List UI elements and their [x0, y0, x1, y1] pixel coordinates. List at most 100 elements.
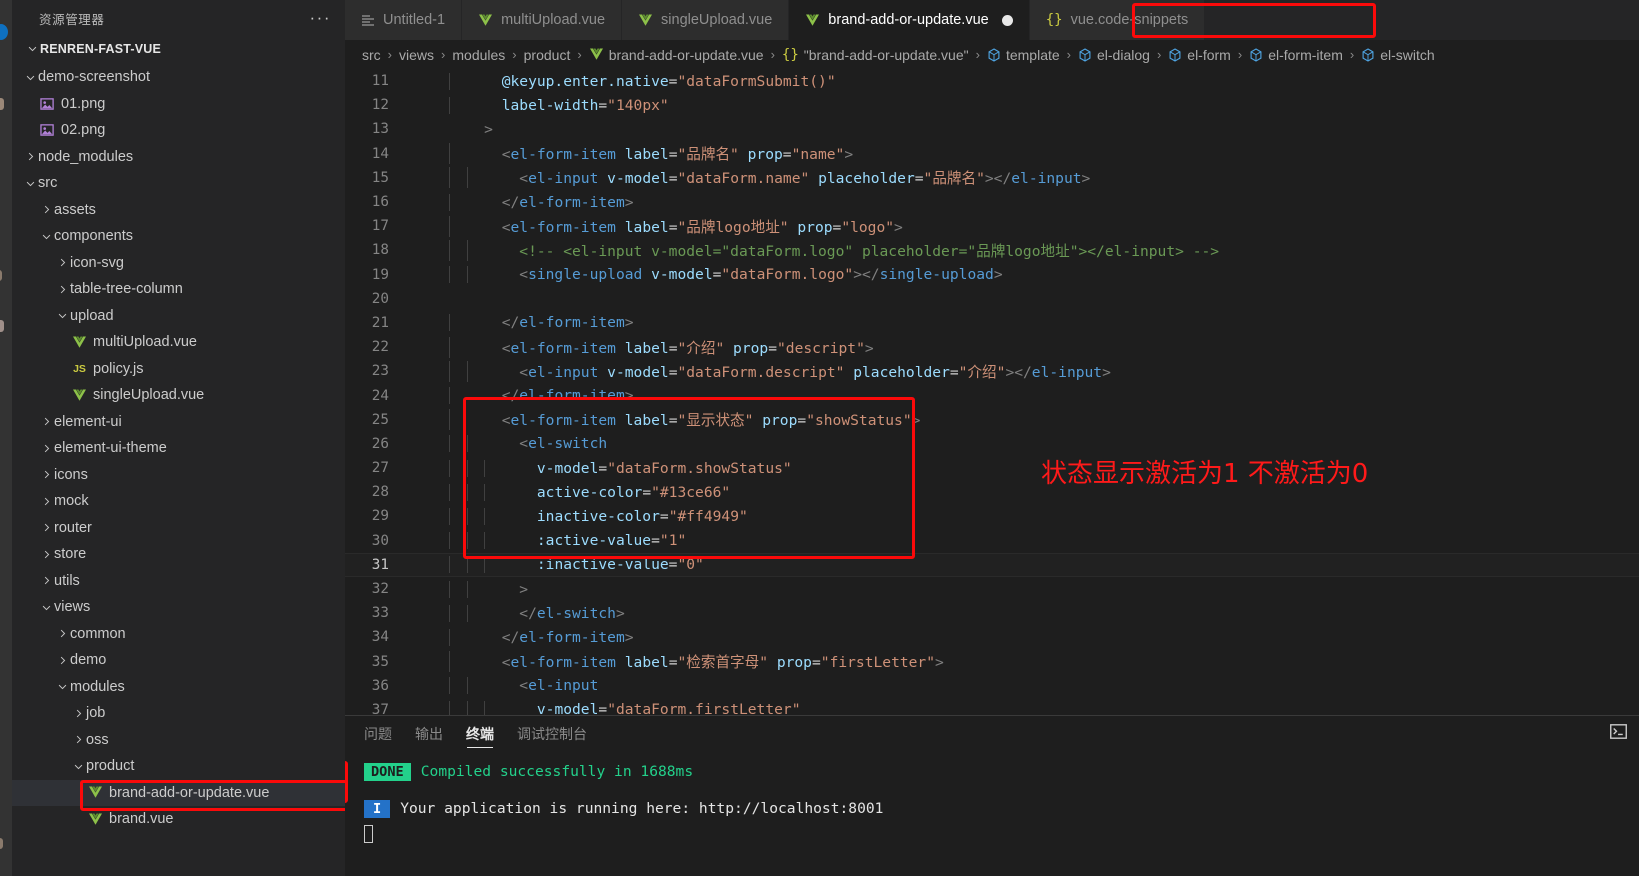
- file-tree[interactable]: demo-screenshot 01.png 02.png node_modules s…: [12, 61, 345, 876]
- tree-item-demo-screenshot[interactable]: demo-screenshot: [12, 64, 345, 91]
- code-line[interactable]: 28 active-color="#13ce66": [345, 480, 1639, 504]
- editor-tab-bar[interactable]: Untitled-1 multiUpload.vue singleUpload.vu…: [345, 0, 1639, 40]
- line-number: 26: [371, 435, 389, 452]
- terminal-line-done: DONE Compiled successfully in 1688ms: [364, 759, 1639, 784]
- code-line[interactable]: 35 <el-form-item label="检索首字母" prop="fir…: [345, 650, 1639, 674]
- tree-item-element-ui[interactable]: element-ui: [12, 409, 345, 436]
- code-line[interactable]: 29 inactive-color="#ff4949": [345, 504, 1639, 528]
- activity-bar-badge-explorer[interactable]: [0, 24, 8, 40]
- workspace-root-row[interactable]: RENREN-FAST-VUE: [12, 36, 345, 61]
- panel-tab-终端[interactable]: 终端: [466, 716, 494, 751]
- code-line[interactable]: 33 </el-switch>: [345, 601, 1639, 625]
- breadcrumb-item--brand-add-or-update-vue-[interactable]: {} "brand-add-or-update.vue": [782, 47, 969, 63]
- activity-bar-icon-debug[interactable]: [0, 320, 4, 332]
- panel-tab-问题[interactable]: 问题: [364, 716, 392, 751]
- breadcrumb-item-el-form-item[interactable]: el-form-item: [1249, 47, 1343, 63]
- activity-bar-icon-search[interactable]: [0, 98, 4, 110]
- code-line[interactable]: 11 @keyup.enter.native="dataFormSubmit()…: [345, 69, 1639, 93]
- breadcrumb-item-el-switch[interactable]: el-switch: [1361, 47, 1435, 63]
- breadcrumb-item-el-dialog[interactable]: el-dialog: [1078, 47, 1150, 63]
- breadcrumb-item-template[interactable]: template: [987, 47, 1060, 63]
- panel-tab-label: 调试控制台: [517, 725, 587, 742]
- tree-item-src[interactable]: src: [12, 170, 345, 197]
- editor-tab-vue-code-snippets[interactable]: {} vue.code-snippets: [1029, 0, 1206, 40]
- tree-item-icons[interactable]: icons: [12, 462, 345, 489]
- code-line[interactable]: 18 <!-- <el-input v-model="dataForm.logo…: [345, 238, 1639, 262]
- tree-item-multiupload-vue[interactable]: multiUpload.vue: [12, 329, 345, 356]
- tree-item-upload[interactable]: upload: [12, 303, 345, 330]
- breadcrumb-item-brand-add-or-update-vue[interactable]: brand-add-or-update.vue: [589, 47, 764, 63]
- code-line[interactable]: 22 <el-form-item label="介绍" prop="descri…: [345, 335, 1639, 359]
- tree-item-element-ui-theme[interactable]: element-ui-theme: [12, 435, 345, 462]
- panel-tab-bar[interactable]: 问题 输出 终端 调试控制台: [345, 716, 1639, 751]
- code-line[interactable]: 17 <el-form-item label="品牌logo地址" prop="…: [345, 214, 1639, 238]
- code-line[interactable]: 20: [345, 287, 1639, 311]
- indent-guide: [449, 409, 450, 431]
- terminal-output[interactable]: DONE Compiled successfully in 1688ms I Y…: [345, 751, 1639, 876]
- code-line[interactable]: 15 <el-input v-model="dataForm.name" pla…: [345, 166, 1639, 190]
- chevron-down-icon: [24, 43, 40, 54]
- tree-item-demo[interactable]: demo: [12, 647, 345, 674]
- code-line[interactable]: 24 </el-form-item>: [345, 383, 1639, 407]
- code-line[interactable]: 30 :active-value="1": [345, 529, 1639, 553]
- unsaved-indicator-icon[interactable]: [1001, 14, 1013, 26]
- code-line[interactable]: 12 label-width="140px": [345, 93, 1639, 117]
- tree-item-router[interactable]: router: [12, 515, 345, 542]
- breadcrumb-item-src[interactable]: src: [362, 47, 381, 63]
- breadcrumb-item-el-form[interactable]: el-form: [1168, 47, 1231, 63]
- code-line[interactable]: 13 >: [345, 117, 1639, 141]
- panel-tab-输出[interactable]: 输出: [415, 716, 443, 751]
- code-line[interactable]: 25 <el-form-item label="显示状态" prop="show…: [345, 408, 1639, 432]
- code-line[interactable]: 23 <el-input v-model="dataForm.descript"…: [345, 359, 1639, 383]
- code-line[interactable]: 32 >: [345, 577, 1639, 601]
- tree-item-views[interactable]: views: [12, 594, 345, 621]
- more-actions-icon[interactable]: ···: [310, 9, 331, 26]
- code-line[interactable]: 26 <el-switch: [345, 432, 1639, 456]
- tree-item-job[interactable]: job: [12, 700, 345, 727]
- terminal-icon[interactable]: [1610, 723, 1627, 744]
- tree-item-brand-add-or-update-vue[interactable]: brand-add-or-update.vue: [12, 779, 345, 806]
- tree-item-oss[interactable]: oss: [12, 727, 345, 754]
- activity-bar-icon-scm[interactable]: [0, 270, 2, 281]
- code-editor[interactable]: 11 @keyup.enter.native="dataFormSubmit()…: [345, 69, 1639, 715]
- code-line[interactable]: 36 <el-input: [345, 674, 1639, 698]
- tree-item-node-modules[interactable]: node_modules: [12, 144, 345, 171]
- breadcrumb[interactable]: src › views › modules › product › brand-add-or-u…: [345, 40, 1639, 69]
- panel-tab-调试控制台[interactable]: 调试控制台: [517, 716, 587, 751]
- tree-item-modules[interactable]: modules: [12, 674, 345, 701]
- tree-item-store[interactable]: store: [12, 541, 345, 568]
- breadcrumb-item-modules[interactable]: modules: [452, 47, 505, 63]
- tree-item-table-tree-column[interactable]: table-tree-column: [12, 276, 345, 303]
- chevron-down-icon: [38, 231, 54, 242]
- tree-item-mock[interactable]: mock: [12, 488, 345, 515]
- panel-actions[interactable]: [1610, 723, 1639, 744]
- code-line[interactable]: 27 v-model="dataForm.showStatus": [345, 456, 1639, 480]
- code-line[interactable]: 16 </el-form-item>: [345, 190, 1639, 214]
- code-line[interactable]: 37 v-model="dataForm.firstLetter": [345, 698, 1639, 715]
- code-line[interactable]: 34 </el-form-item>: [345, 625, 1639, 649]
- tree-item-product[interactable]: product: [12, 753, 345, 780]
- editor-tab-brand-add-or-update-vue[interactable]: brand-add-or-update.vue: [789, 0, 1030, 40]
- tree-item-utils[interactable]: utils: [12, 568, 345, 595]
- tree-item-policy-js[interactable]: JS policy.js: [12, 356, 345, 383]
- editor-tab-singleupload-vue[interactable]: singleUpload.vue: [622, 0, 790, 40]
- tree-item-common[interactable]: common: [12, 621, 345, 648]
- code-line[interactable]: 19 <single-upload v-model="dataForm.logo…: [345, 263, 1639, 287]
- code-line[interactable]: 14 <el-form-item label="品牌名" prop="name"…: [345, 142, 1639, 166]
- code-line[interactable]: 21 </el-form-item>: [345, 311, 1639, 335]
- breadcrumb-item-views[interactable]: views: [399, 47, 434, 63]
- tree-item-singleupload-vue[interactable]: singleUpload.vue: [12, 382, 345, 409]
- editor-tab-untitled-1[interactable]: Untitled-1: [345, 0, 463, 40]
- activity-bar[interactable]: [0, 0, 12, 876]
- tree-item-02-png[interactable]: 02.png: [12, 117, 345, 144]
- activity-bar-icon-settings[interactable]: [0, 838, 3, 849]
- code-line[interactable]: 31 :inactive-value="0": [345, 552, 1639, 577]
- tree-item-01-png[interactable]: 01.png: [12, 91, 345, 118]
- tree-item-components[interactable]: components: [12, 223, 345, 250]
- editor-tab-multiupload-vue[interactable]: multiUpload.vue: [462, 0, 623, 40]
- tree-item-brand-vue[interactable]: brand.vue: [12, 806, 345, 833]
- breadcrumb-item-product[interactable]: product: [524, 47, 571, 63]
- tree-item-icon-svg[interactable]: icon-svg: [12, 250, 345, 277]
- tree-item-assets[interactable]: assets: [12, 197, 345, 224]
